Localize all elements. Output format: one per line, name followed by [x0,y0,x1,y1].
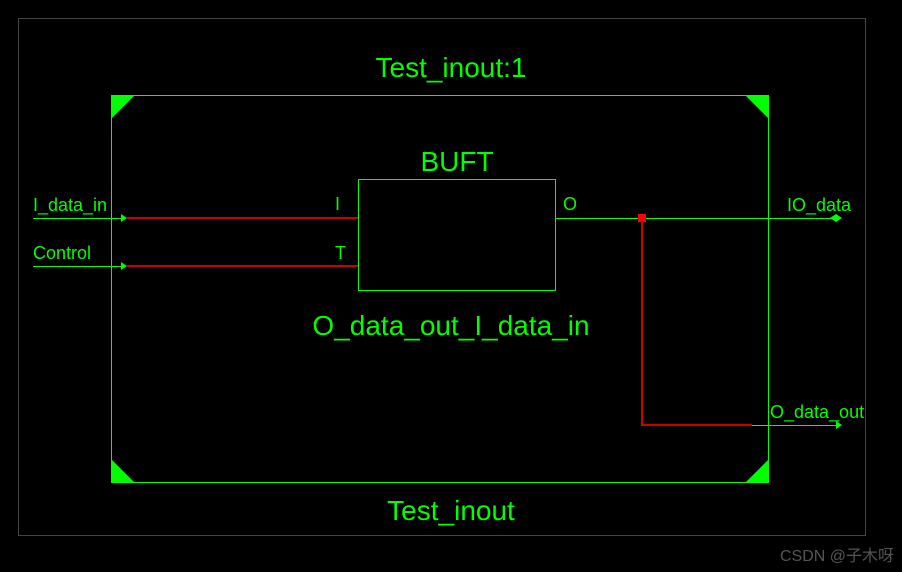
port-label-control: Control [33,243,91,264]
instance-title: Test_inout:1 [0,52,902,84]
port-label-o-data-out: O_data_out [770,402,864,423]
component-title: Test_inout [0,495,902,527]
buft-cell[interactable] [358,179,556,291]
buft-type-label: BUFT [358,146,556,178]
net-o-to-io-data[interactable] [556,218,836,219]
corner-triangle-icon [112,460,134,482]
buft-instance-name: O_data_out_I_data_in [0,310,902,342]
corner-triangle-icon [746,460,768,482]
watermark: CSDN @子木呀 [780,542,894,566]
corner-triangle-icon [746,96,768,118]
net-to-o-data-out-v[interactable] [641,219,643,426]
net-to-o-data-out-h[interactable] [641,424,752,426]
port-stub-control[interactable] [33,266,121,267]
buft-port-t: T [335,243,346,264]
net-control[interactable] [127,265,358,267]
port-label-io-data: IO_data [787,195,851,216]
buft-port-o: O [563,194,577,215]
corner-triangle-icon [112,96,134,118]
net-i-data-in[interactable] [127,217,358,219]
buft-port-i: I [335,194,340,215]
port-label-i-data-in: I_data_in [33,195,107,216]
port-stub-i-data-in[interactable] [33,218,121,219]
port-stub-o-data-out[interactable] [752,425,836,426]
